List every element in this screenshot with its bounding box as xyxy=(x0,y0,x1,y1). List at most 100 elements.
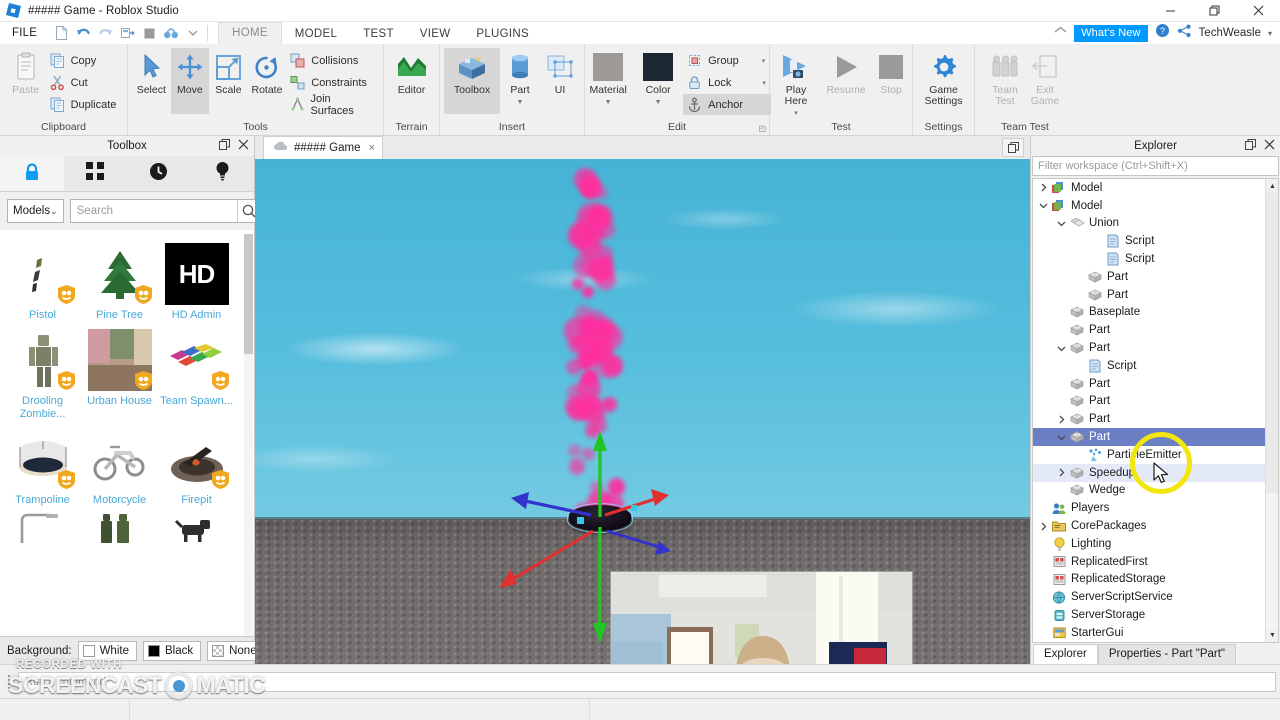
tab-explorer[interactable]: Explorer xyxy=(1033,644,1098,664)
qat-overflow-icon[interactable] xyxy=(183,23,203,43)
inventory-tab[interactable] xyxy=(64,156,128,191)
explorer-tree-item[interactable]: Baseplate xyxy=(1033,304,1278,322)
exit-game-button[interactable]: Exit Game xyxy=(1025,48,1065,107)
part-insert-button[interactable]: Part ▼ xyxy=(500,48,540,108)
background-white-option[interactable]: White xyxy=(77,640,137,661)
explorer-tree-item[interactable]: Part xyxy=(1033,410,1278,428)
explorer-tree-item[interactable]: Part xyxy=(1033,321,1278,339)
explorer-tree-item[interactable]: ParticleEmitter xyxy=(1033,446,1278,464)
redo-icon[interactable] xyxy=(95,23,115,43)
undock-icon[interactable] xyxy=(1245,139,1256,153)
file-menu[interactable]: FILE xyxy=(0,22,49,44)
toolbox-item-hd-admin[interactable]: HD HD Admin xyxy=(158,238,235,324)
recent-tab[interactable] xyxy=(127,156,191,191)
toolbox-item-pistol[interactable]: Pistol xyxy=(4,238,81,324)
creations-tab[interactable] xyxy=(191,156,255,191)
scroll-down-arrow[interactable]: ▼ xyxy=(1266,628,1278,642)
chevron-down-icon[interactable]: ▾ xyxy=(1268,29,1272,38)
terrain-editor-button[interactable]: Editor xyxy=(387,48,437,96)
close-icon[interactable] xyxy=(1236,0,1280,22)
share-icon[interactable] xyxy=(1177,24,1192,43)
explorer-tree-item[interactable]: Part xyxy=(1033,339,1278,357)
edit-dialog-launcher[interactable]: ◰ xyxy=(758,124,766,133)
join-surfaces-button[interactable]: Join Surfaces xyxy=(286,93,379,117)
duplicate-button[interactable]: Duplicate xyxy=(46,94,122,115)
explorer-tree-item[interactable]: Script xyxy=(1033,250,1278,268)
toolbox-item-dog[interactable] xyxy=(158,509,235,545)
explorer-tree[interactable]: Model Model Union Script Script Part Part Basep… xyxy=(1032,178,1279,643)
toolbox-item-urban-house[interactable]: Urban House xyxy=(81,324,158,423)
team-test-button[interactable]: Team Test xyxy=(985,48,1025,107)
viewport-tab-game[interactable]: ##### Game × xyxy=(263,136,383,159)
tab-model[interactable]: MODEL xyxy=(282,25,350,44)
tab-properties[interactable]: Properties - Part "Part" xyxy=(1097,644,1237,664)
toolbox-scrollbar-thumb[interactable] xyxy=(244,234,253,354)
explorer-tree-item[interactable]: StarterGui xyxy=(1033,624,1278,642)
explorer-tree-item[interactable]: ServerStorage xyxy=(1033,606,1278,624)
stop-icon[interactable] xyxy=(139,23,159,43)
material-button[interactable]: Material ▼ xyxy=(583,48,633,108)
tab-home[interactable]: HOME xyxy=(218,22,282,44)
copy-button[interactable]: Copy xyxy=(46,50,122,71)
lock-button[interactable]: Lock ▾ xyxy=(683,72,771,93)
chevron-right-icon[interactable] xyxy=(1055,415,1068,424)
explorer-tree-item[interactable]: Script xyxy=(1033,357,1278,375)
chevron-right-icon[interactable] xyxy=(1037,522,1050,531)
material-caret-icon[interactable]: ▼ xyxy=(605,97,612,108)
background-black-option[interactable]: Black xyxy=(142,640,202,661)
marketplace-tab[interactable] xyxy=(0,156,64,191)
explorer-tree-item[interactable]: ReplicatedStorage xyxy=(1033,571,1278,589)
undock-icon[interactable] xyxy=(219,139,230,153)
explorer-tree-item[interactable]: Model xyxy=(1033,197,1278,215)
play-here-caret-icon[interactable]: ▾ xyxy=(794,108,798,119)
explorer-tree-item[interactable]: ServerScriptService xyxy=(1033,588,1278,606)
toolbox-item-trampoline[interactable]: Trampoline xyxy=(4,423,81,509)
viewport-3d[interactable] xyxy=(255,159,1030,664)
close-icon[interactable] xyxy=(238,139,249,153)
play-here-button[interactable]: Play Here ▾ xyxy=(771,48,821,119)
move-tool-button[interactable]: Move xyxy=(170,48,210,114)
toolbox-item-team-spawn[interactable]: Team Spawn... xyxy=(158,324,235,423)
home-icon[interactable] xyxy=(1054,26,1067,40)
minimize-icon[interactable] xyxy=(1148,0,1192,22)
toolbox-item-firepit[interactable]: Firepit xyxy=(158,423,235,509)
scale-tool-button[interactable]: Scale xyxy=(209,48,248,96)
lock-caret-icon[interactable]: ▾ xyxy=(762,79,766,87)
color-button[interactable]: Color ▼ xyxy=(633,48,683,108)
whats-new-button[interactable]: What's New xyxy=(1074,24,1148,42)
rotate-tool-button[interactable]: Rotate xyxy=(248,48,287,96)
find-icon[interactable] xyxy=(161,23,181,43)
toolbox-item-streetlight[interactable] xyxy=(4,509,81,545)
anchor-button[interactable]: Anchor xyxy=(683,94,771,115)
tab-test[interactable]: TEST xyxy=(350,25,407,44)
chevron-down-icon[interactable] xyxy=(1055,433,1068,442)
chevron-right-icon[interactable] xyxy=(1037,183,1050,192)
explorer-tree-item[interactable]: Union xyxy=(1033,215,1278,233)
close-icon[interactable]: × xyxy=(369,142,375,154)
restore-icon[interactable] xyxy=(1192,0,1236,22)
toolbox-item-drooling-zombie[interactable]: Drooling Zombie... xyxy=(4,324,81,423)
toolbox-item-motorcycle[interactable]: Motorcycle xyxy=(81,423,158,509)
color-caret-icon[interactable]: ▼ xyxy=(655,97,662,108)
explorer-tree-item[interactable]: Part xyxy=(1033,428,1278,446)
ui-insert-button[interactable]: UI xyxy=(540,48,580,96)
explorer-tree-item[interactable]: ReplicatedFirst xyxy=(1033,553,1278,571)
close-icon[interactable] xyxy=(1264,139,1275,153)
explorer-tree-item[interactable]: Part xyxy=(1033,375,1278,393)
drag-grip-icon[interactable] xyxy=(3,674,15,689)
explorer-tree-item[interactable]: Players xyxy=(1033,499,1278,517)
help-icon[interactable]: ? xyxy=(1155,23,1170,43)
toolbox-results-grid[interactable]: Pistol Pine Tree HD HD Admin Drooling Zo… xyxy=(0,230,254,636)
chevron-down-icon[interactable] xyxy=(1037,201,1050,210)
group-button[interactable]: Group ▾ xyxy=(683,50,771,71)
cut-button[interactable]: Cut xyxy=(46,72,122,93)
constraints-button[interactable]: Constraints xyxy=(286,72,379,93)
explorer-tree-item[interactable]: Wedge xyxy=(1033,482,1278,500)
explorer-tree-item[interactable]: CorePackages xyxy=(1033,517,1278,535)
explorer-scrollbar[interactable]: ▲ ▼ xyxy=(1265,179,1278,642)
collisions-button[interactable]: Collisions xyxy=(286,50,379,71)
explorer-tree-item[interactable]: Script xyxy=(1033,232,1278,250)
explorer-tree-item[interactable]: Speedup xyxy=(1033,463,1278,482)
restore-view-icon[interactable] xyxy=(1002,138,1024,157)
explorer-filter-input[interactable]: Filter workspace (Ctrl+Shift+X) xyxy=(1032,156,1279,176)
